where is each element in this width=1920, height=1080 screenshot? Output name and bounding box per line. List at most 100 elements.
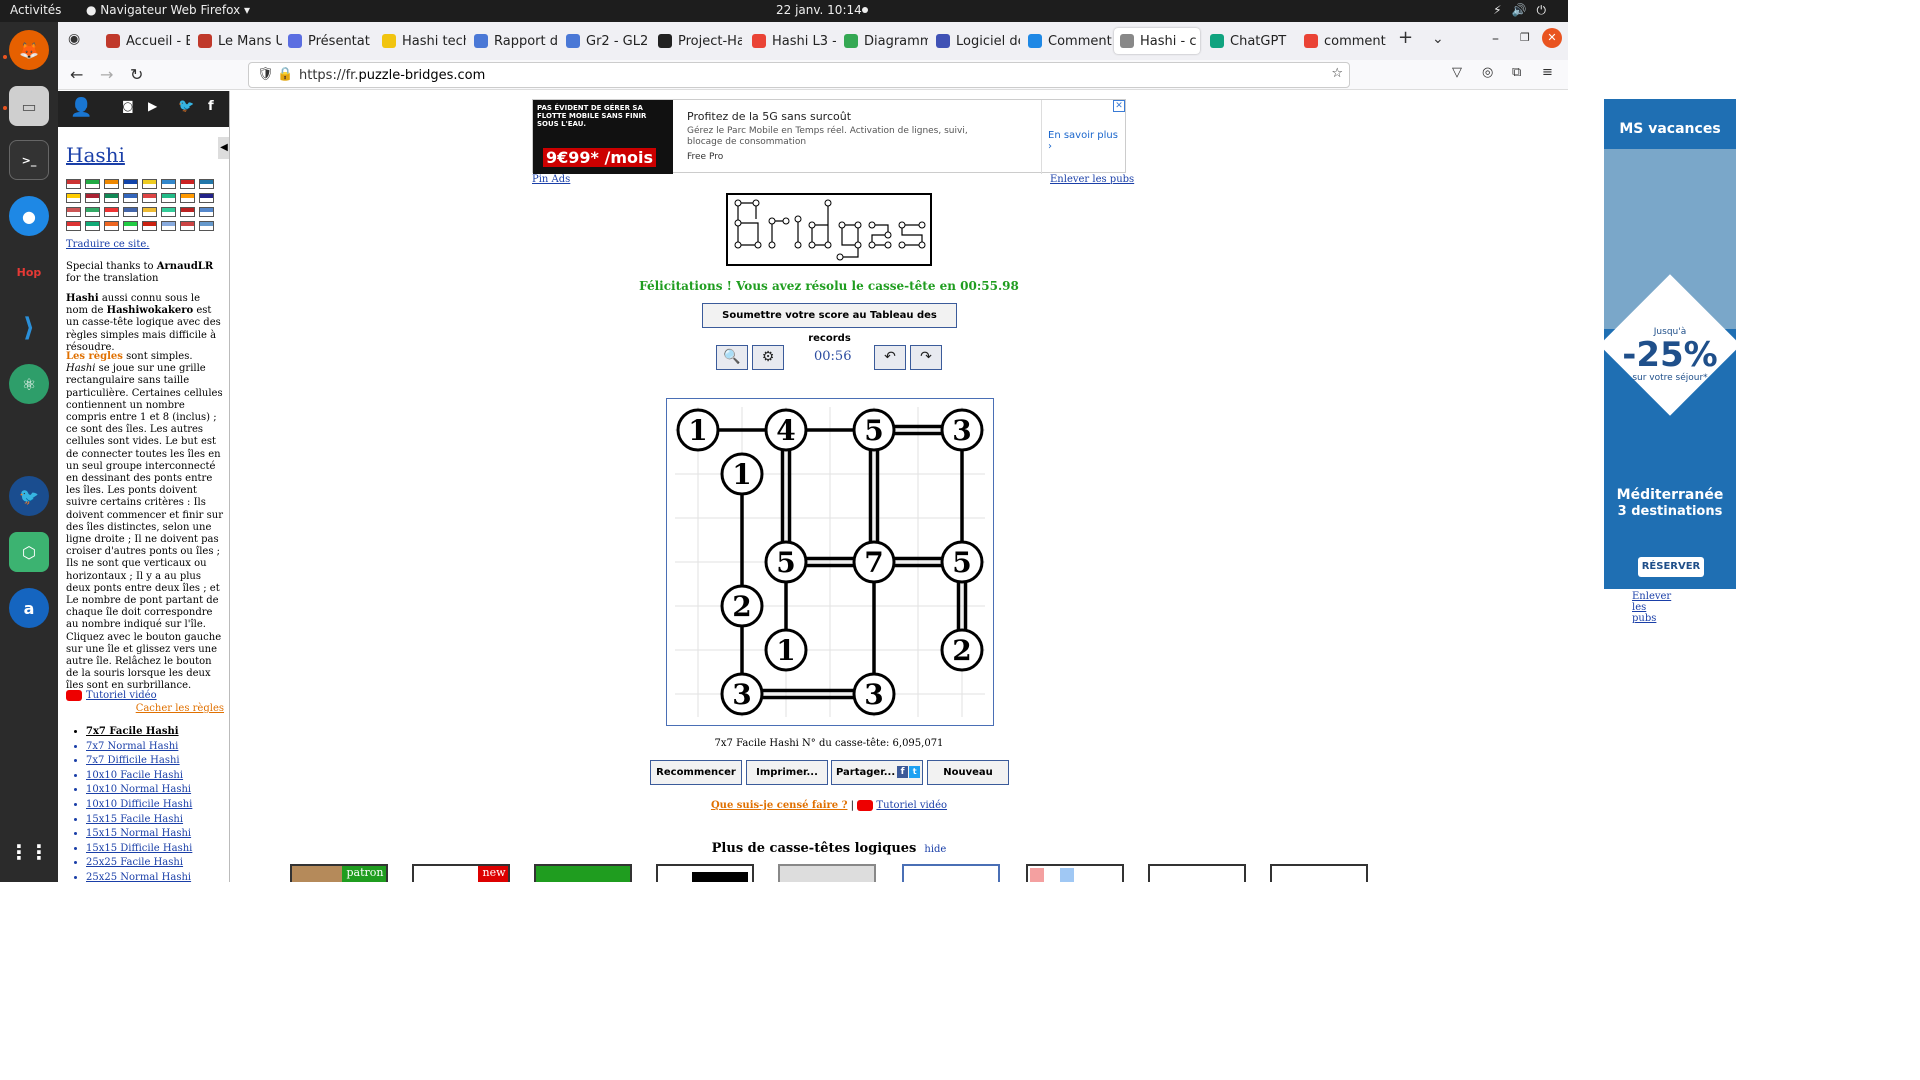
tab-list-chevron-down-icon[interactable]: ⌄ xyxy=(1432,31,1444,47)
hide-link[interactable]: hide xyxy=(924,844,946,855)
firefox-view-icon[interactable]: ◉ xyxy=(68,31,80,47)
level-link[interactable]: 15x15 Normal Hashi xyxy=(86,827,192,842)
files-icon[interactable]: ▭ xyxy=(9,86,49,126)
flag-icon[interactable] xyxy=(199,207,214,217)
cube-icon[interactable]: ⬡ xyxy=(9,532,49,572)
user-icon[interactable]: 👤 xyxy=(70,97,92,118)
tab[interactable]: Diagramm xyxy=(844,28,928,54)
facebook-icon[interactable]: f xyxy=(897,766,909,778)
new-tab-icon[interactable]: + xyxy=(1398,27,1413,48)
puzzle-thumbnail[interactable]: patron xyxy=(290,864,388,882)
level-link[interactable]: 10x10 Normal Hashi xyxy=(86,783,192,798)
level-link[interactable]: 10x10 Facile Hashi xyxy=(86,769,192,784)
flag-icon[interactable] xyxy=(199,193,214,203)
facebook-icon[interactable]: f xyxy=(208,99,214,114)
level-link[interactable]: 7x7 Normal Hashi xyxy=(86,740,192,755)
hide-rules-link[interactable]: Cacher les règles xyxy=(66,703,224,715)
right-banner-ad[interactable]: MS vacances Jusqu'à -25% sur votre séjou… xyxy=(1604,99,1736,589)
new-game-button[interactable]: Nouveau xyxy=(927,760,1009,785)
puzzle-thumbnail[interactable] xyxy=(656,864,754,882)
video-tutorial-link[interactable]: Tutoriel vidéo xyxy=(66,690,224,702)
account-icon[interactable]: ◎ xyxy=(1482,65,1493,80)
forward-arrow-icon[interactable]: → xyxy=(100,65,113,84)
extensions-icon[interactable]: ⧉ xyxy=(1512,65,1521,80)
pocket-icon[interactable]: ▽ xyxy=(1452,65,1462,80)
tab[interactable]: comment xyxy=(1304,28,1388,54)
back-arrow-icon[interactable]: ← xyxy=(70,65,83,84)
flag-icon[interactable] xyxy=(66,207,81,217)
puzzle-thumbnail[interactable] xyxy=(1270,864,1368,882)
flag-icon[interactable] xyxy=(161,221,176,231)
help-video-link[interactable]: Tutoriel vidéo xyxy=(876,800,947,811)
tab[interactable]: Le Mans U xyxy=(198,28,282,54)
puzzle-thumbnail[interactable] xyxy=(778,864,876,882)
tab[interactable]: Hashi L3 - xyxy=(752,28,836,54)
tab[interactable]: Hashi tech xyxy=(382,28,466,54)
flag-icon[interactable] xyxy=(123,179,138,189)
gear-icon[interactable]: ⚙ xyxy=(752,345,784,370)
flag-icon[interactable] xyxy=(180,221,195,231)
tab[interactable]: Présentat xyxy=(288,28,372,54)
tab[interactable]: Gr2 - GL2 xyxy=(566,28,650,54)
close-window-icon[interactable]: ✕ xyxy=(1542,28,1562,48)
level-link[interactable]: 15x15 Difficile Hashi xyxy=(86,842,192,857)
menu-icon[interactable]: ≡ xyxy=(1542,65,1553,80)
puzzle-thumbnail[interactable] xyxy=(1026,864,1124,882)
reload-icon[interactable]: ↻ xyxy=(130,65,143,84)
zoom-icon[interactable]: 🔍 xyxy=(716,345,748,370)
twitter-icon[interactable]: 🐦 xyxy=(178,99,194,114)
flag-icon[interactable] xyxy=(199,179,214,189)
flag-icon[interactable] xyxy=(180,193,195,203)
flag-icon[interactable] xyxy=(85,207,100,217)
youtube-icon[interactable]: ▶ xyxy=(148,99,157,113)
flag-icon[interactable] xyxy=(161,179,176,189)
tab[interactable]: ChatGPT xyxy=(1210,28,1294,54)
flag-icon[interactable] xyxy=(123,193,138,203)
atom-icon[interactable]: ⚛ xyxy=(9,364,49,404)
flag-icon[interactable] xyxy=(85,179,100,189)
flag-icon[interactable] xyxy=(104,221,119,231)
restart-button[interactable]: Recommencer xyxy=(650,760,742,785)
sidebar-title[interactable]: Hashi xyxy=(66,143,125,167)
clock[interactable]: 22 janv. 10:14 xyxy=(776,3,862,17)
board-svg[interactable]: 1 4 5 315 7 521 23 3 xyxy=(667,399,993,725)
system-tray[interactable]: ⚡🔊⏻ xyxy=(1493,3,1556,18)
flag-icon[interactable] xyxy=(123,221,138,231)
level-link[interactable]: 7x7 Difficile Hashi xyxy=(86,754,192,769)
hop-icon[interactable]: Hop xyxy=(9,252,49,292)
app-menu[interactable]: ● Navigateur Web Firefox ▾ xyxy=(86,3,250,17)
discord-icon[interactable]: ◙ xyxy=(122,99,134,113)
tab-active[interactable]: Hashi - c✕ xyxy=(1114,28,1200,54)
print-button[interactable]: Imprimer... xyxy=(746,760,828,785)
activities-button[interactable]: Activités xyxy=(10,3,61,17)
top-banner-ad[interactable]: PAS ÉVIDENT DE GÉRER SA FLOTTE MOBILE SA… xyxy=(532,99,1126,174)
share-button[interactable]: Partager... f t xyxy=(831,760,923,785)
flag-icon[interactable] xyxy=(180,207,195,217)
level-link[interactable]: 25x25 Facile Hashi xyxy=(86,856,192,871)
collapse-sidebar-icon[interactable]: ◀ xyxy=(218,137,229,159)
help-link[interactable]: Que suis-je censé faire ? xyxy=(711,800,848,811)
level-link[interactable]: 15x15 Facile Hashi xyxy=(86,813,192,828)
flag-icon[interactable] xyxy=(66,179,81,189)
tab[interactable]: Rapport d xyxy=(474,28,558,54)
flag-icon[interactable] xyxy=(123,207,138,217)
url-bar[interactable]: 🛡 🔒 https://fr.puzzle-bridges.com ☆ xyxy=(248,62,1350,88)
puzzle-thumbnail[interactable] xyxy=(534,864,632,882)
translate-icon[interactable]: a xyxy=(9,588,49,628)
minimize-icon[interactable]: – xyxy=(1492,31,1499,47)
flag-icon[interactable] xyxy=(104,207,119,217)
ad-book-button[interactable]: RÉSERVER xyxy=(1638,557,1704,577)
bookmark-star-icon[interactable]: ☆ xyxy=(1331,66,1343,81)
twitter-icon[interactable]: t xyxy=(909,766,921,778)
flag-icon[interactable] xyxy=(104,179,119,189)
vscode-icon[interactable]: ⟩ xyxy=(9,308,49,348)
remove-ads-link[interactable]: Enlever les pubs xyxy=(1632,591,1671,624)
shield-icon[interactable]: 🛡 xyxy=(257,67,274,82)
terminal-icon[interactable]: >_ xyxy=(9,140,49,180)
hashi-board[interactable]: 1453157521233 xyxy=(666,398,994,726)
flag-icon[interactable] xyxy=(85,221,100,231)
flag-icon[interactable] xyxy=(161,193,176,203)
tab[interactable]: Project-Ha xyxy=(658,28,742,54)
tab[interactable]: Comment xyxy=(1028,28,1112,54)
firefox-icon[interactable]: 🦊 xyxy=(9,30,49,70)
